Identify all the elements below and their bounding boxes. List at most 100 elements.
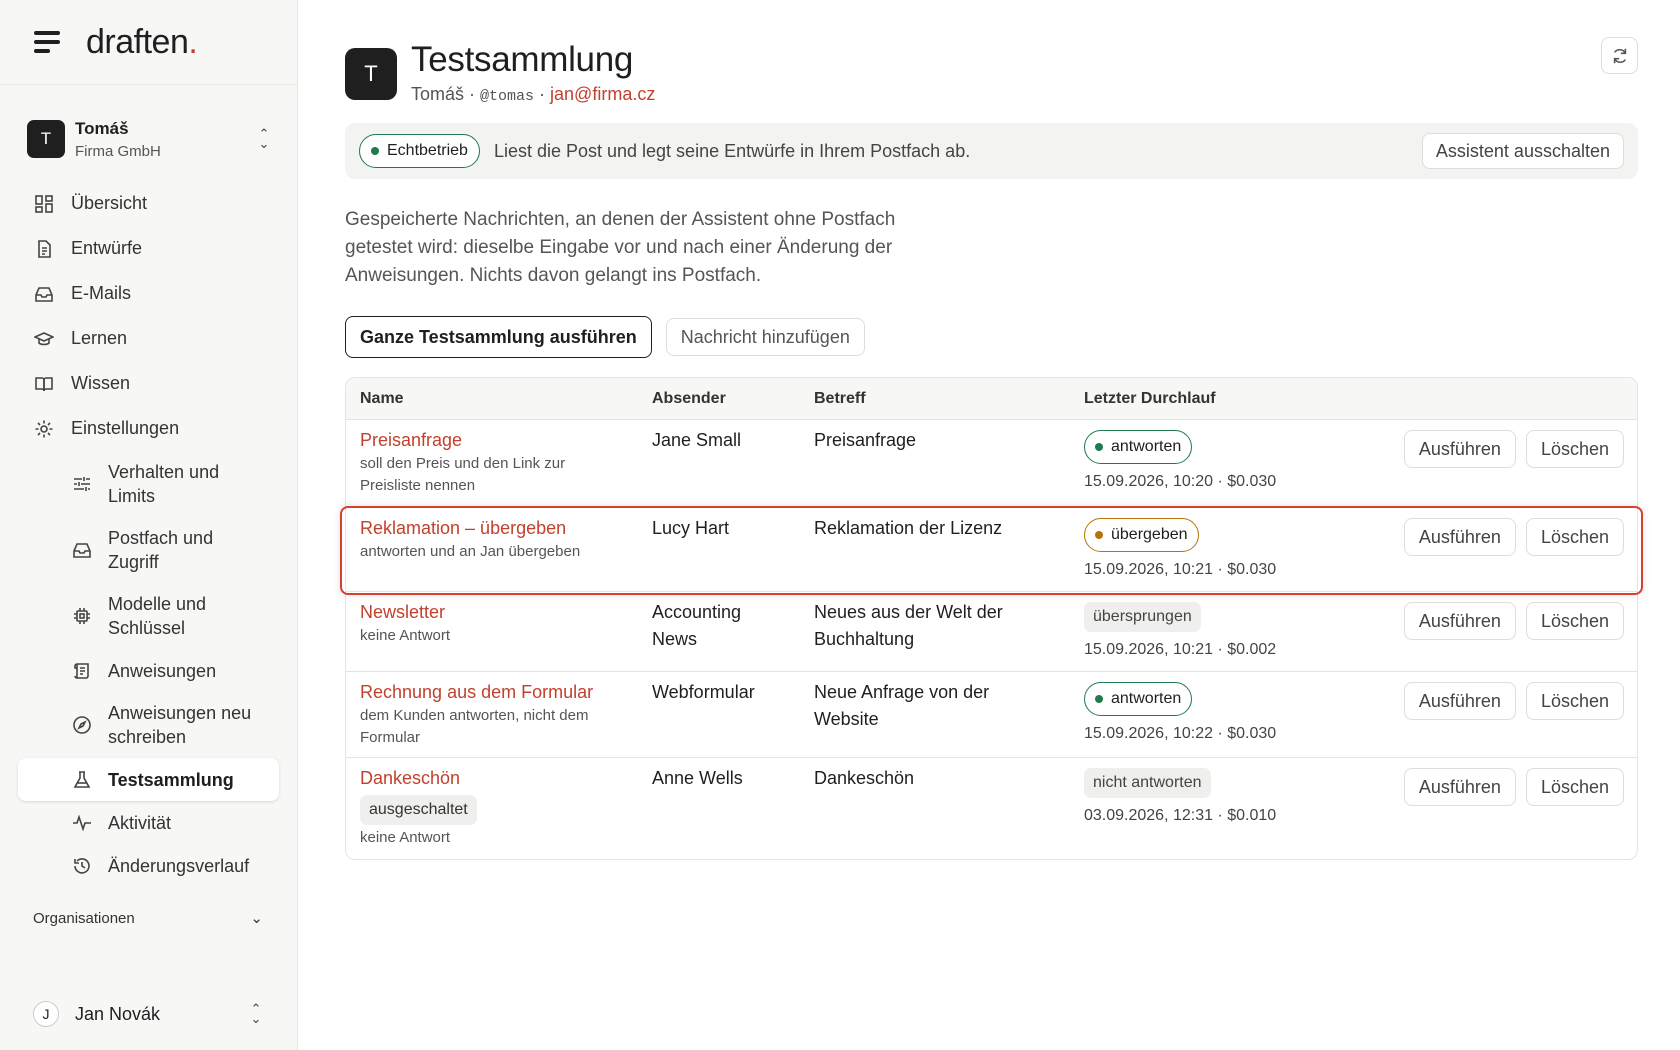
user-menu[interactable]: J Jan Novák ⌃ ⌄	[33, 1001, 263, 1027]
test-name-link[interactable]: Newsletter	[360, 602, 652, 623]
nav-label: Anweisungen	[108, 660, 217, 681]
header-subject[interactable]: Betreff	[814, 390, 1084, 408]
run-button[interactable]: Ausführen	[1403, 602, 1516, 640]
menu-icon[interactable]	[34, 31, 60, 53]
delete-button[interactable]: Löschen	[1525, 602, 1624, 640]
status-badge: nicht antworten	[1084, 768, 1211, 798]
sender-cell: Lucy Hart	[652, 518, 730, 538]
nav-item-history[interactable]: Änderungsverlauf	[71, 844, 279, 887]
account-avatar: T	[27, 120, 65, 158]
nav-label: Postfach und Zugriff	[108, 528, 214, 572]
nav-item-knowledge[interactable]: Wissen	[18, 361, 279, 406]
last-run-meta: 15.09.2026, 10:22 · $0.030	[1084, 725, 1277, 742]
delete-button[interactable]: Löschen	[1525, 768, 1624, 806]
status-dot	[371, 147, 379, 155]
chevron-updown-icon: ⌃ ⌄	[258, 126, 270, 151]
nav-item-instructions[interactable]: Anweisungen	[71, 649, 279, 692]
page-subline: Tomáš · @tomas · jan@firma.cz	[411, 84, 655, 105]
header-name[interactable]: Name	[346, 390, 652, 408]
nav-item-models[interactable]: Modelle und Schlüssel	[71, 583, 279, 649]
test-name-link[interactable]: Preisanfrage	[360, 430, 652, 451]
test-note: dem Kunden antworten, nicht dem Formular	[360, 707, 589, 746]
table-header: Name Absender Betreff Letzter Durchlauf	[346, 378, 1637, 420]
nav-item-behavior[interactable]: Verhalten und Limits	[71, 451, 279, 517]
nav-label: Lernen	[71, 328, 128, 348]
page-description: Gespeicherte Nachrichten, an denen der A…	[345, 209, 896, 286]
delete-button[interactable]: Löschen	[1525, 430, 1624, 468]
test-name-link[interactable]: Rechnung aus dem Formular	[360, 682, 652, 703]
separator: ·	[464, 84, 481, 104]
table-row-highlighted: Reklamation – übergeben antworten und an…	[340, 506, 1643, 595]
run-button[interactable]: Ausführen	[1403, 682, 1516, 720]
table-row: Preisanfrage soll den Preis und den Link…	[346, 420, 1637, 508]
nav-item-overview[interactable]: Übersicht	[18, 181, 279, 226]
table-row: Dankeschön ausgeschaltet keine Antwort A…	[346, 758, 1637, 859]
organisations-label: Organisationen	[33, 909, 135, 927]
subject-cell: Preisanfrage	[814, 430, 917, 450]
disable-assistant-button[interactable]: Assistent ausschalten	[1421, 133, 1624, 169]
book-icon	[33, 373, 55, 395]
owner-email-link[interactable]: jan@firma.cz	[550, 84, 655, 104]
nav-label: Verhalten und Limits	[108, 462, 220, 506]
scroll-icon	[71, 660, 93, 682]
nav-item-settings[interactable]: Einstellungen	[18, 406, 279, 451]
refresh-button[interactable]	[1601, 37, 1638, 74]
status-badge-label: Echtbetrieb	[387, 142, 468, 159]
run-button[interactable]: Ausführen	[1403, 518, 1516, 556]
organisations-toggle[interactable]: Organisationen ⌄	[0, 909, 297, 928]
add-message-button[interactable]: Nachricht hinzufügen	[665, 318, 865, 356]
run-button[interactable]: Ausführen	[1403, 430, 1516, 468]
test-note: soll den Preis und den Link zur Preislis…	[360, 455, 566, 494]
last-run-meta: 15.09.2026, 10:21 · $0.030	[1084, 561, 1277, 578]
page-header: T Testsammlung Tomáš · @tomas · jan@firm…	[345, 40, 1638, 105]
status-label: übergeben	[1111, 526, 1188, 543]
nav-item-drafts[interactable]: Entwürfe	[18, 226, 279, 271]
sender-cell: Webformular	[652, 682, 755, 702]
table-row: Newsletter keine Antwort Accounting News…	[346, 592, 1637, 672]
nav-item-mailbox[interactable]: Postfach und Zugriff	[71, 517, 279, 583]
header-last-run[interactable]: Letzter Durchlauf	[1084, 390, 1344, 408]
test-name-link[interactable]: Reklamation – übergeben	[360, 518, 652, 539]
last-run-meta: 03.09.2026, 12:31 · $0.010	[1084, 807, 1277, 824]
header-sender[interactable]: Absender	[652, 390, 814, 408]
sender-cell: Jane Small	[652, 430, 742, 450]
nav-item-emails[interactable]: E-Mails	[18, 271, 279, 316]
test-note: keine Antwort	[360, 627, 451, 644]
status-text: Liest die Post und legt seine Entwürfe i…	[493, 140, 971, 161]
last-run-meta: 15.09.2026, 10:20 · $0.030	[1084, 473, 1277, 490]
test-note: antworten und an Jan übergeben	[360, 543, 581, 560]
subject-cell: Reklamation der Lizenz	[814, 518, 1003, 538]
delete-button[interactable]: Löschen	[1525, 518, 1624, 556]
nav-label: Änderungsverlauf	[108, 855, 250, 876]
sender-cell: Accounting News	[652, 602, 742, 649]
sidebar: draften. T Tomáš Firma GmbH ⌃ ⌄ Übersicht…	[0, 0, 298, 1050]
nav-item-rewrite[interactable]: Anweisungen neu schreiben	[71, 692, 279, 758]
subject-cell: Dankeschön	[814, 768, 915, 788]
owner-handle: @tomas	[480, 88, 535, 105]
status-dot	[1095, 695, 1103, 703]
nav-label: Entwürfe	[71, 238, 143, 258]
test-name-link[interactable]: Dankeschön	[360, 768, 652, 789]
separator: ·	[534, 84, 551, 104]
chevron-updown-icon: ⌃ ⌄	[250, 1001, 262, 1026]
status-badge: übersprungen	[1084, 602, 1201, 632]
disabled-tag: ausgeschaltet	[360, 795, 477, 825]
gear-icon	[33, 418, 55, 440]
flask-icon	[71, 769, 93, 791]
nav-label: E-Mails	[71, 283, 132, 303]
graduation-cap-icon	[33, 328, 55, 350]
status-badge: übergeben	[1084, 518, 1199, 552]
account-switcher[interactable]: T Tomáš Firma GmbH ⌃ ⌄	[0, 117, 297, 161]
sender-cell: Anne Wells	[652, 768, 743, 788]
nav-item-learn[interactable]: Lernen	[18, 316, 279, 361]
logo[interactable]: draften.	[86, 23, 198, 62]
run-all-button[interactable]: Ganze Testsammlung ausführen	[345, 316, 652, 358]
nav-label: Übersicht	[71, 193, 148, 213]
nav-item-activity[interactable]: Aktivität	[71, 801, 279, 844]
nav-item-testsuite[interactable]: Testsammlung	[18, 758, 279, 801]
delete-button[interactable]: Löschen	[1525, 682, 1624, 720]
main-nav: Übersicht Entwürfe E-Mails Lernen Wissen…	[0, 181, 297, 887]
run-button[interactable]: Ausführen	[1403, 768, 1516, 806]
test-note: keine Antwort	[360, 829, 451, 846]
user-avatar: J	[33, 1001, 59, 1027]
